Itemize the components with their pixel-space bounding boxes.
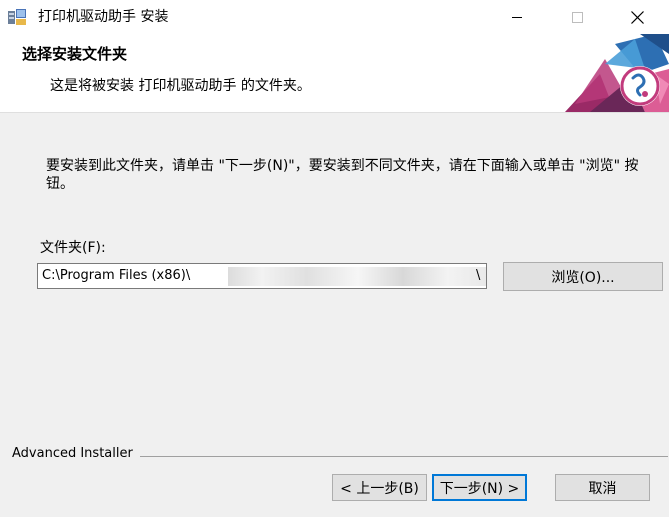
folder-path-input[interactable]: C:\Program Files (x86)\: [37, 263, 487, 289]
minimize-icon: [512, 17, 522, 18]
back-button[interactable]: < 上一步(B): [332, 474, 427, 501]
next-button[interactable]: 下一步(N) >: [432, 474, 527, 501]
browse-button[interactable]: 浏览(O)...: [503, 262, 663, 291]
wizard-header: 选择安装文件夹 这是将被安装 打印机驱动助手 的文件夹。: [0, 34, 669, 113]
redacted-path-segment: [228, 267, 486, 286]
installer-window: 打印机驱动助手 安装 选择安装文件夹 这是将被安装 打印机驱动助手 的文件夹。: [0, 0, 669, 517]
minimize-button[interactable]: [494, 0, 540, 34]
title-bar[interactable]: 打印机驱动助手 安装: [0, 0, 669, 34]
folder-path-trailing-separator: \: [476, 268, 481, 283]
advanced-installer-label: Advanced Installer: [12, 445, 137, 463]
window-title: 打印机驱动助手 安装: [38, 9, 169, 25]
maximize-button[interactable]: [554, 0, 600, 34]
cancel-button[interactable]: 取消: [555, 474, 650, 501]
installer-logo: [545, 34, 669, 112]
footer-divider: [140, 456, 668, 457]
maximize-icon: [571, 11, 583, 23]
close-button[interactable]: [614, 0, 660, 34]
page-title: 选择安装文件夹: [22, 45, 128, 63]
folder-label: 文件夹(F):: [40, 240, 106, 256]
page-subtitle: 这是将被安装 打印机驱动助手 的文件夹。: [50, 78, 311, 94]
install-instructions: 要安装到此文件夹，请单击 "下一步(N)"，要安装到不同文件夹，请在下面输入或单…: [46, 158, 639, 192]
close-icon: [630, 10, 644, 24]
folder-path-value: C:\Program Files (x86)\: [42, 268, 191, 283]
installer-app-icon: [7, 8, 27, 26]
